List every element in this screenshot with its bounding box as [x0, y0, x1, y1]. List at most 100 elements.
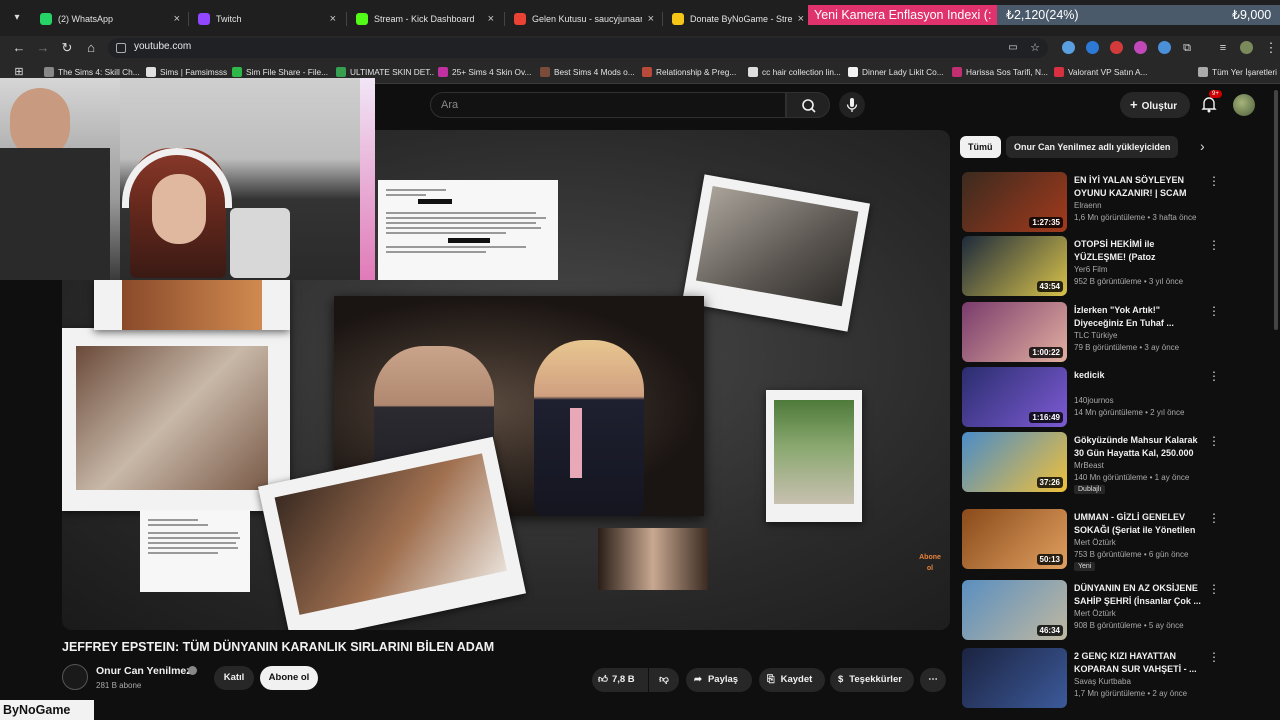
extensions-puzzle-icon[interactable]: ⧉ [1178, 39, 1196, 57]
like-button[interactable]: 👍︎ 7,8 B [592, 668, 648, 692]
bookmark-item[interactable]: Valorant VP Satın A... [1054, 65, 1147, 79]
home-icon[interactable]: ⌂ [82, 39, 100, 57]
extension-shield-icon[interactable] [1062, 41, 1075, 54]
site-info-icon[interactable] [116, 43, 126, 53]
search-input[interactable]: Ara [430, 92, 786, 118]
recommendation-item[interactable]: 2 GENÇ KIZI HAYATTAN KOPARAN SUR VAHŞETİ… [962, 648, 1262, 710]
recommendation-thumbnail[interactable] [962, 648, 1067, 708]
recommendation-title[interactable]: EN İYİ YALAN SÖYLEYEN OYUNU KAZANIR! | S… [1074, 174, 1202, 199]
browser-tab[interactable]: Gelen Kutusu - saucyjunaar@g × [506, 6, 662, 32]
browser-tab[interactable]: (2) WhatsApp × [32, 6, 188, 32]
sidebar-scrollbar[interactable] [1274, 90, 1278, 330]
browser-menu-icon[interactable]: ⋮ [1262, 39, 1280, 57]
more-options-icon[interactable]: ⋮ [1208, 434, 1220, 448]
recommendation-title[interactable]: 2 GENÇ KIZI HAYATTAN KOPARAN SUR VAHŞETİ… [1074, 650, 1202, 675]
tab-close-icon[interactable]: × [488, 13, 494, 25]
extension-pink-icon[interactable] [1134, 41, 1147, 54]
forward-arrow-icon[interactable]: → [34, 39, 52, 57]
recommendation-item[interactable]: 37:26 Gökyüzünde Mahsur Kalarak 30 Gün Ha… [962, 432, 1262, 494]
browser-tab[interactable]: Twitch × [190, 6, 344, 32]
save-button[interactable]: ⎘ Kaydet [759, 668, 825, 692]
more-options-icon[interactable]: ⋮ [1208, 369, 1220, 383]
recommendation-title[interactable]: UMMAN - GİZLİ GENELEV SOKAĞI (Şeriat ile… [1074, 511, 1202, 536]
thanks-button[interactable]: $ Teşekkürler [830, 668, 914, 692]
media-controls-icon[interactable]: ≡ [1214, 39, 1232, 57]
recommendation-thumbnail[interactable]: 37:26 [962, 432, 1067, 492]
more-options-icon[interactable]: ⋮ [1208, 238, 1220, 252]
back-arrow-icon[interactable]: ← [10, 39, 28, 57]
recommendation-item[interactable]: 43:54 OTOPSİ HEKİMİ ile YÜZLEŞME! (Patoz … [962, 236, 1262, 298]
more-options-icon[interactable]: ⋮ [1208, 304, 1220, 318]
recommendation-channel[interactable]: Mert Öztürk [1074, 609, 1116, 618]
recommendation-title[interactable]: OTOPSİ HEKİMİ ile YÜZLEŞME! (Patoz Makin… [1074, 238, 1202, 263]
account-avatar[interactable] [1233, 94, 1255, 116]
channel-name[interactable]: Onur Can Yenilmez [96, 665, 192, 677]
address-bar[interactable]: youtube.com [108, 38, 1048, 58]
extension-download-icon[interactable] [1158, 41, 1171, 54]
bookmark-item[interactable]: cc hair collection lin... [748, 65, 841, 79]
recommendation-thumbnail[interactable]: 50:13 [962, 509, 1067, 569]
recommendation-title[interactable]: kedicik [1074, 369, 1202, 382]
recommendation-channel[interactable]: MrBeast [1074, 461, 1104, 470]
bookmark-star-icon[interactable]: ☆ [1026, 39, 1044, 57]
recommendation-thumbnail[interactable]: 1:16:49 [962, 367, 1067, 427]
subscribe-watermark[interactable]: Abone ol [917, 552, 943, 578]
bookmark-item[interactable]: Harissa Sos Tarifi, N... [952, 65, 1048, 79]
search-button[interactable] [786, 92, 830, 118]
extension-blue-icon[interactable] [1086, 41, 1099, 54]
dislike-button[interactable]: 👎︎ [649, 668, 679, 692]
join-button[interactable]: Katıl [214, 666, 254, 690]
tab-close-icon[interactable]: × [174, 13, 180, 25]
recommendation-title[interactable]: Gökyüzünde Mahsur Kalarak 30 Gün Hayatta… [1074, 434, 1202, 459]
recommendation-title[interactable]: İzlerken "Yok Artık!" Diyeceğiniz En Tuh… [1074, 304, 1202, 329]
tab-search-chevron-icon[interactable]: ▾ [8, 10, 26, 26]
recommendation-channel[interactable]: 140journos [1074, 396, 1114, 405]
bookmark-item[interactable]: Dinner Lady Likit Co... [848, 65, 944, 79]
recommendation-item[interactable]: 46:34 DÜNYANIN EN AZ OKSİJENE SAHİP ŞEHRİ… [962, 580, 1262, 642]
bookmark-item[interactable]: Sims | Famsimsss [146, 65, 227, 79]
chevron-right-icon[interactable]: › [1200, 138, 1205, 154]
more-options-icon[interactable]: ⋮ [1208, 174, 1220, 188]
more-options-icon[interactable]: ⋮ [1208, 650, 1220, 664]
recommendation-item[interactable]: 1:00:22 İzlerken "Yok Artık!" Diyeceğiniz… [962, 302, 1262, 364]
cast-icon[interactable]: ▭ [1004, 39, 1022, 57]
bookmark-item[interactable]: The Sims 4: Skill Ch... [44, 65, 140, 79]
browser-tab[interactable]: Donate ByNoGame - Streamer × [664, 6, 812, 32]
profile-avatar-icon[interactable] [1240, 41, 1253, 54]
browser-tab[interactable]: Stream - Kick Dashboard × [348, 6, 502, 32]
chip-all[interactable]: Tümü [960, 136, 1001, 158]
bookmark-item[interactable]: Relationship & Preg... [642, 65, 736, 79]
recommendation-title[interactable]: DÜNYANIN EN AZ OKSİJENE SAHİP ŞEHRİ (İns… [1074, 582, 1202, 607]
tab-close-icon[interactable]: × [648, 13, 654, 25]
subscribe-button[interactable]: Abone ol [260, 666, 318, 690]
recommendation-channel[interactable]: TLC Türkiye [1074, 331, 1117, 340]
more-options-icon[interactable]: ⋮ [1208, 511, 1220, 525]
recommendation-item[interactable]: 1:16:49 kedicik 140journos 14 Mn görüntülem… [962, 367, 1262, 429]
create-button[interactable]: + Oluştur [1120, 92, 1190, 118]
bookmark-item[interactable]: Best Sims 4 Mods o... [540, 65, 635, 79]
bookmark-item[interactable]: Tüm Yer İşaretleri [1198, 65, 1277, 79]
chip-from-uploader[interactable]: Onur Can Yenilmez adlı yükleyiciden [1006, 136, 1179, 158]
recommendation-thumbnail[interactable]: 43:54 [962, 236, 1067, 296]
bookmark-item[interactable]: ULTIMATE SKIN DET... [336, 65, 434, 79]
reload-icon[interactable]: ↻ [58, 39, 76, 57]
recommendation-thumbnail[interactable]: 1:27:35 [962, 172, 1067, 232]
bookmark-item[interactable]: 25+ Sims 4 Skin Ov... [438, 65, 531, 79]
share-button[interactable]: ➦ Paylaş [686, 668, 752, 692]
recommendation-thumbnail[interactable]: 1:00:22 [962, 302, 1067, 362]
more-actions-button[interactable]: ⋯ [920, 668, 946, 692]
recommendation-thumbnail[interactable]: 46:34 [962, 580, 1067, 640]
recommendation-item[interactable]: 50:13 UMMAN - GİZLİ GENELEV SOKAĞI (Şeria… [962, 509, 1262, 571]
extension-red-icon[interactable] [1110, 41, 1123, 54]
more-options-icon[interactable]: ⋮ [1208, 582, 1220, 596]
recommendation-channel[interactable]: Mert Öztürk [1074, 538, 1116, 547]
channel-avatar[interactable] [62, 664, 88, 690]
voice-search-button[interactable] [839, 92, 865, 118]
recommendation-channel[interactable]: Elraenn [1074, 201, 1102, 210]
recommendation-channel[interactable]: Yer6 Film [1074, 265, 1108, 274]
recommendation-channel[interactable]: Savaş Kurtbaba [1074, 677, 1131, 686]
recommendation-item[interactable]: 1:27:35 EN İYİ YALAN SÖYLEYEN OYUNU KAZAN… [962, 172, 1262, 234]
bookmark-item[interactable]: Sim File Share - File... [232, 65, 328, 79]
tab-close-icon[interactable]: × [330, 13, 336, 25]
tab-close-icon[interactable]: × [798, 13, 804, 25]
